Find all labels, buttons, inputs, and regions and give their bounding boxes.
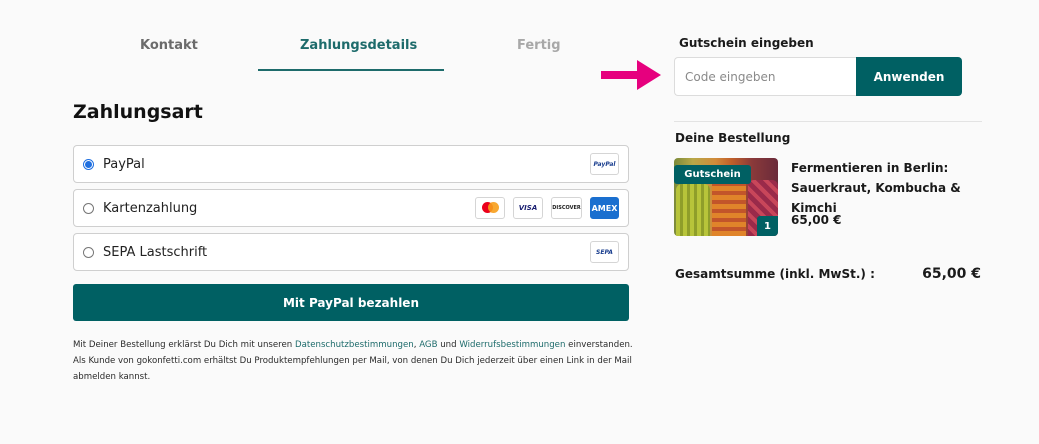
coupon-code-input[interactable] bbox=[674, 57, 858, 96]
product-name: Fermentieren in Berlin: Sauerkraut, Komb… bbox=[791, 161, 961, 215]
visa-logo-icon: VISA bbox=[513, 197, 543, 219]
payment-logos: PayPal bbox=[590, 153, 619, 175]
terms-link[interactable]: AGB bbox=[419, 340, 437, 350]
active-step-indicator bbox=[258, 69, 444, 71]
pink-arrow-right-icon bbox=[601, 60, 661, 90]
voucher-badge: Gutschein bbox=[674, 165, 751, 184]
legal-notice: Mit Deiner Bestellung erklärst Du Dich m… bbox=[73, 340, 633, 382]
coupon-label: Gutschein eingeben bbox=[679, 36, 814, 50]
payment-option-paypal[interactable]: PayPal PayPal bbox=[73, 145, 629, 183]
withdrawal-policy-link[interactable]: Widerrufsbestimmungen bbox=[459, 340, 565, 350]
total-value: 65,00 € bbox=[922, 266, 981, 282]
quantity-badge: 1 bbox=[757, 216, 778, 236]
radio-sepa[interactable] bbox=[83, 246, 94, 258]
checkout-steps: Kontakt Zahlungsdetails Fertig bbox=[73, 30, 629, 72]
radio-card[interactable] bbox=[83, 202, 94, 214]
radio-paypal[interactable] bbox=[83, 158, 94, 170]
sepa-logo-icon: SEPA bbox=[590, 241, 619, 263]
divider bbox=[674, 121, 982, 122]
step-contact[interactable]: Kontakt bbox=[140, 38, 198, 53]
total-label: Gesamtsumme (inkl. MwSt.) : bbox=[675, 267, 875, 281]
order-title: Deine Bestellung bbox=[675, 131, 791, 145]
pay-with-paypal-button[interactable]: Mit PayPal bezahlen bbox=[73, 284, 629, 321]
payment-method-title: Zahlungsart bbox=[73, 101, 203, 123]
amex-logo-icon: AMEX bbox=[590, 197, 619, 219]
step-done: Fertig bbox=[517, 38, 561, 53]
mastercard-logo-icon bbox=[475, 197, 505, 219]
step-payment-details[interactable]: Zahlungsdetails bbox=[300, 38, 417, 53]
payment-option-label: SEPA Lastschrift bbox=[103, 244, 208, 260]
paypal-logo-icon: PayPal bbox=[590, 153, 619, 175]
payment-option-label: Kartenzahlung bbox=[103, 200, 198, 216]
payment-option-card[interactable]: Kartenzahlung VISA DISCOVER AMEX bbox=[73, 189, 629, 227]
payment-option-label: PayPal bbox=[103, 156, 145, 172]
discover-logo-icon: DISCOVER bbox=[551, 197, 582, 219]
privacy-policy-link[interactable]: Datenschutzbestimmungen bbox=[295, 340, 414, 350]
payment-logos: SEPA bbox=[590, 241, 619, 263]
product-price: 65,00 € bbox=[791, 213, 842, 227]
payment-logos: VISA DISCOVER AMEX bbox=[475, 197, 619, 219]
apply-coupon-button[interactable]: Anwenden bbox=[856, 57, 962, 96]
payment-option-sepa[interactable]: SEPA Lastschrift SEPA bbox=[73, 233, 629, 271]
